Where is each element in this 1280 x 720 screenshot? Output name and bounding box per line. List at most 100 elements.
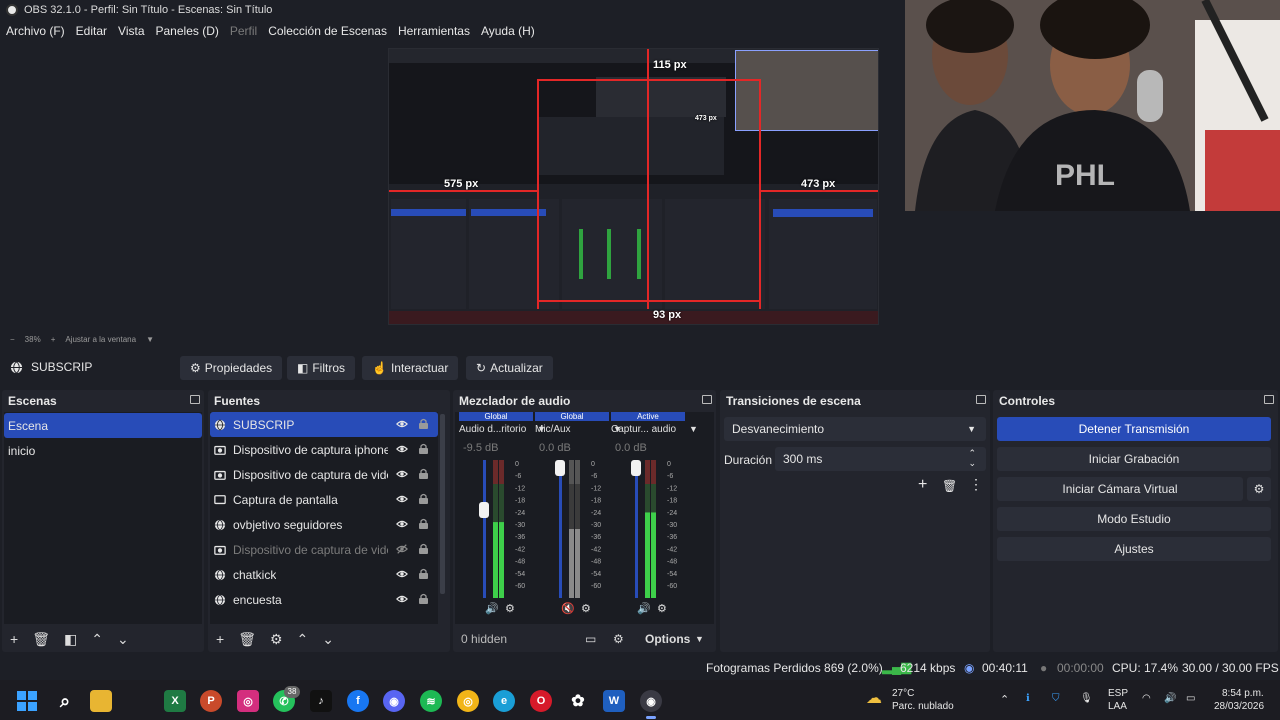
eye-icon[interactable] [396,518,408,530]
discord-icon[interactable]: ◉ [383,690,405,712]
channel-settings-icon[interactable]: ⚙ [581,602,591,615]
add-transition-button[interactable]: + [918,476,927,494]
preview-canvas[interactable]: 115 px 575 px 473 px 93 px 473 px [388,48,879,325]
lock-icon[interactable] [419,418,428,429]
windows-start-icon[interactable] [16,690,38,712]
microphone-icon[interactable]: 🎙 [1080,693,1093,704]
menu-ayuda[interactable]: Ayuda (H) [481,24,542,38]
virtual-camera-settings[interactable]: ⚙ [1247,477,1271,501]
channel-menu-icon[interactable]: ▼ [689,424,698,434]
menu-herramientas[interactable]: Herramientas [398,24,477,38]
undock-icon[interactable] [976,395,986,404]
chevron-up-icon[interactable]: ⌃ [91,631,103,648]
trash-icon[interactable]: 🗑 [238,631,256,648]
stepper-icon[interactable]: ⌃ ⌄ [968,448,976,468]
search-icon[interactable]: ⌕ [54,690,76,712]
source-item[interactable]: SUBSCRIP [210,412,438,437]
volume-icon[interactable]: 🔊 [1164,693,1176,704]
start-recording-button[interactable]: Iniciar Grabación [997,447,1271,471]
lock-icon[interactable] [419,568,428,579]
eye-off-icon[interactable] [396,543,408,555]
source-item[interactable]: Captura de pantalla [210,487,438,512]
stop-stream-button[interactable]: Detener Transmisión [997,417,1271,441]
zoom-dropdown-icon[interactable]: ▼ [146,335,154,344]
scene-item[interactable]: inicio [4,438,202,463]
more-icon[interactable]: ⋮ [969,476,983,493]
mute-icon[interactable]: 🔇 [561,602,575,615]
eye-icon[interactable] [396,418,408,430]
volume-meter[interactable]: 0 -6 -12 -18 -24 -30 -36 -42 -48 -54 -60 [477,460,537,598]
battery-icon[interactable]: ▭ [1186,693,1195,704]
trash-icon[interactable]: 🗑 [32,631,50,648]
chevron-up-icon[interactable]: ⌃ [1000,693,1009,706]
menu-editar[interactable]: Editar [76,24,114,38]
facebook-icon[interactable]: f [347,690,369,712]
menu-coleccion[interactable]: Colección de Escenas [268,24,394,38]
channel-settings-icon[interactable]: ⚙ [657,602,667,615]
source-item[interactable]: Dispositivo de captura iphone [210,437,438,462]
undock-icon[interactable] [702,395,712,404]
settings-button[interactable]: Ajustes [997,537,1271,561]
refresh-button[interactable]: ↻ Actualizar [466,356,553,380]
lock-icon[interactable] [419,543,428,554]
channel-name[interactable]: Audio d...ritorio [459,424,526,435]
volume-icon[interactable]: 🔊 [637,602,651,615]
channel-name[interactable]: Mic/Aux [535,424,571,435]
gear-icon[interactable]: ⚙ [270,631,283,648]
opera-icon[interactable]: O [530,690,552,712]
filter-icon[interactable]: ◧ [64,631,77,648]
chevron-down-icon[interactable]: ⌄ [322,631,334,648]
source-item[interactable]: Dispositivo de captura de video [210,537,438,562]
zoom-fit-select[interactable]: Ajustar a la ventana [65,335,136,344]
scene-item[interactable]: Escena [4,413,202,438]
lock-icon[interactable] [419,443,428,454]
word-icon[interactable]: W [603,690,625,712]
language-code[interactable]: ESP [1108,688,1128,699]
obs-icon[interactable]: ◉ [640,690,662,712]
wifi-icon[interactable]: ◠ [1142,693,1151,704]
menu-vista[interactable]: Vista [118,24,151,38]
properties-button[interactable]: ⚙ Propiedades [180,356,283,380]
chrome-icon[interactable]: ◎ [457,690,479,712]
lock-icon[interactable] [419,468,428,479]
chevron-down-icon[interactable]: ⌄ [117,631,129,648]
interact-button[interactable]: ☝ Interactuar [362,356,459,380]
sources-scrollbar[interactable] [440,414,445,594]
gear-icon[interactable]: ⚙ [613,632,624,646]
menu-archivo[interactable]: Archivo (F) [6,24,72,38]
edge-icon[interactable]: e [493,690,515,712]
trash-icon[interactable]: 🗑 [942,479,957,493]
menu-paneles[interactable]: Paneles (D) [156,24,226,38]
volume-meter[interactable]: 0 -6 -12 -18 -24 -30 -36 -42 -48 -54 -60 [553,460,613,598]
volume-icon[interactable]: 🔊 [485,602,499,615]
duration-input[interactable]: 300 ms ⌃ ⌄ [775,447,986,471]
chatgpt-icon[interactable]: ✿ [567,690,589,712]
undock-icon[interactable] [1264,395,1274,404]
channel-name[interactable]: Captur... audio [611,424,676,435]
eye-icon[interactable] [396,443,408,455]
lock-icon[interactable] [419,493,428,504]
instagram-icon[interactable]: ◎ [237,690,259,712]
virtual-camera-button[interactable]: Iniciar Cámara Virtual [997,477,1243,501]
studio-mode-button[interactable]: Modo Estudio [997,507,1271,531]
add-icon[interactable]: + [216,631,224,647]
eye-icon[interactable] [396,593,408,605]
source-item[interactable]: encuesta [210,587,438,612]
zoom-in-button[interactable]: + [51,335,56,344]
spotify-icon[interactable]: ≋ [420,690,442,712]
shield-icon[interactable]: ⛉ [1052,693,1060,704]
info-icon[interactable]: ℹ [1026,693,1030,704]
transition-select[interactable]: Desvanecimiento ▼ [724,417,986,441]
options-button[interactable]: Options [645,632,690,646]
chevron-down-icon[interactable]: ▼ [695,634,704,644]
eye-icon[interactable] [396,468,408,480]
add-icon[interactable]: + [10,631,18,647]
eye-icon[interactable] [396,568,408,580]
powerpoint-icon[interactable]: P [200,690,222,712]
filters-button[interactable]: ◧ Filtros [287,356,356,380]
lock-icon[interactable] [419,593,428,604]
source-item[interactable]: ovbjetivo seguidores [210,512,438,537]
channel-settings-icon[interactable]: ⚙ [505,602,515,615]
tiktok-icon[interactable]: ♪ [310,690,332,712]
volume-meter[interactable]: 0 -6 -12 -18 -24 -30 -36 -42 -48 -54 -60 [629,460,689,598]
